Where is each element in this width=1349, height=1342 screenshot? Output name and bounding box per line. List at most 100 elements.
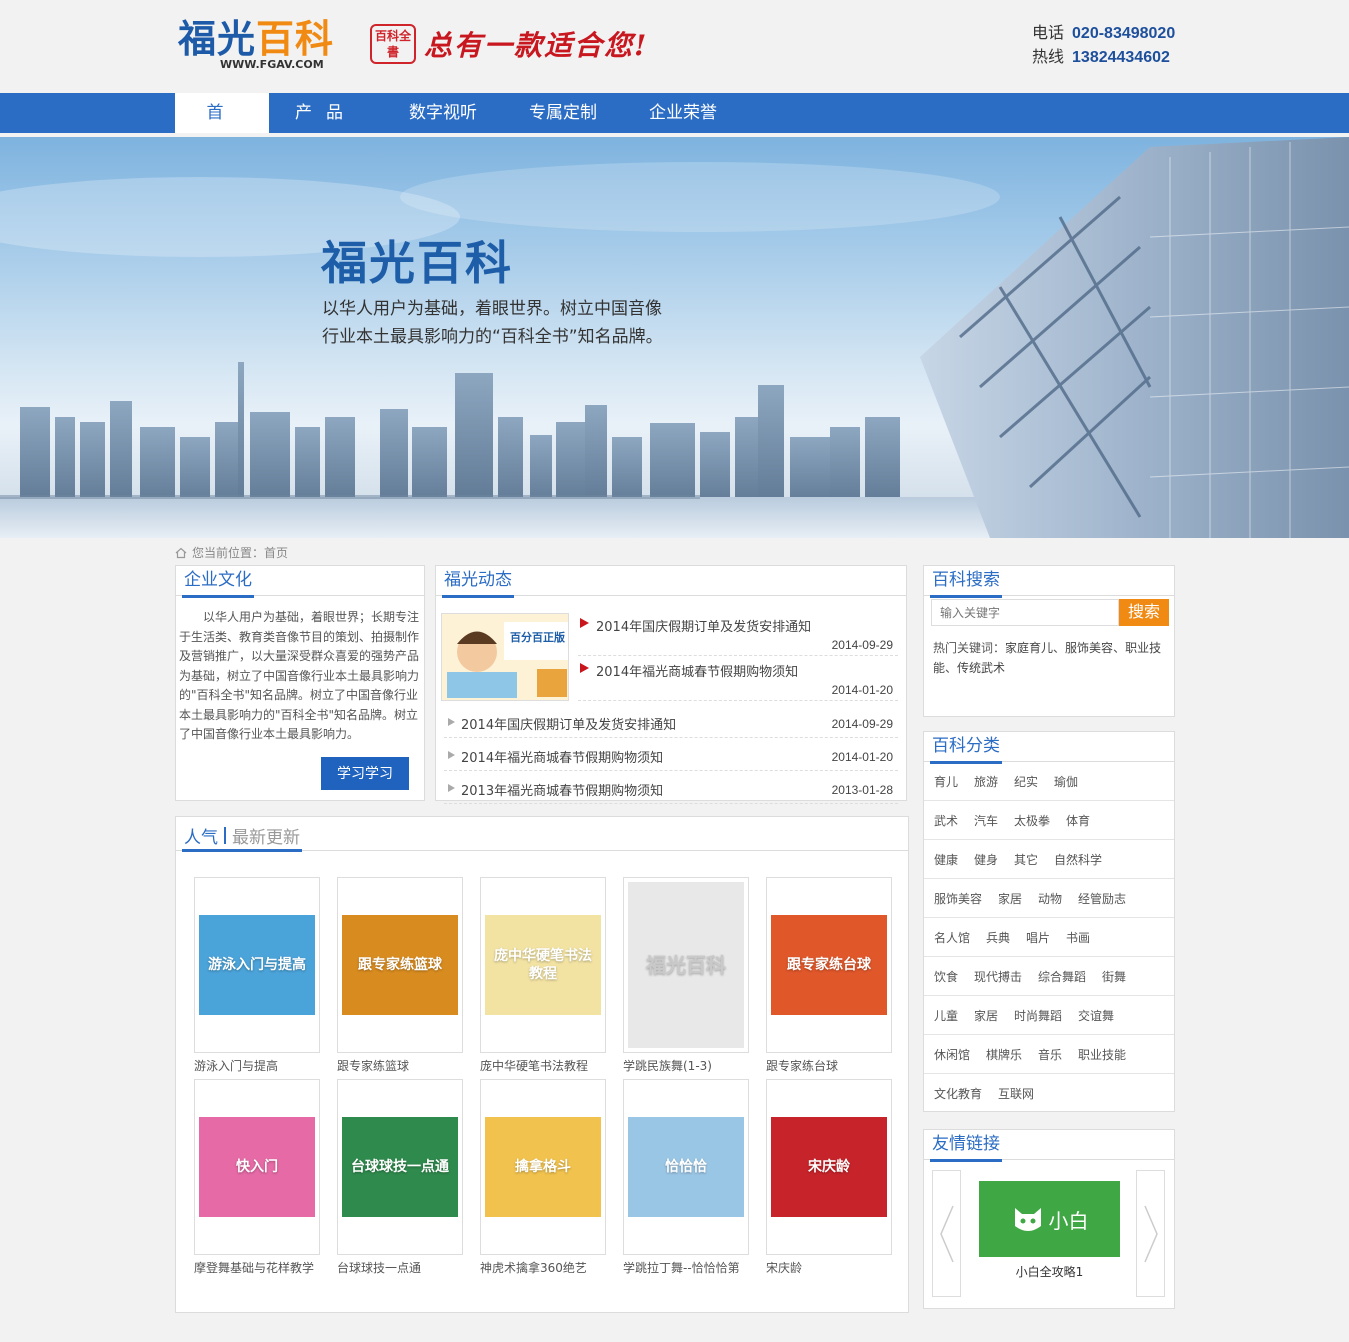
hot-keyword-link[interactable]: 家庭育儿 [1005, 641, 1053, 655]
news-title-text[interactable]: 2014年福光商城春节假期购物须知 [461, 747, 663, 766]
breadcrumb-current[interactable]: 首页 [264, 544, 288, 561]
hot-keyword-link[interactable]: 传统武术 [957, 661, 1005, 675]
friend-link-logo[interactable]: 小白 [979, 1181, 1120, 1257]
product-image-frame[interactable]: 宋庆龄 [766, 1079, 892, 1255]
product-name[interactable]: 台球球技一点通 [337, 1259, 463, 1276]
search-input[interactable] [931, 599, 1119, 626]
category-link[interactable]: 其它 [1014, 851, 1038, 868]
category-link[interactable]: 动物 [1038, 890, 1062, 907]
product-cover-image: 庞中华硬笔书法教程 [485, 915, 601, 1015]
site-logo[interactable]: 福光百科 WWW.FGAV.COM [178, 18, 340, 74]
product-card[interactable]: 快入门摩登舞基础与花样教学 [194, 1079, 320, 1276]
category-link[interactable]: 休闲馆 [934, 1046, 970, 1063]
news-featured-item[interactable]: 2014年国庆假期订单及发货安排通知 2014-09-29 [578, 612, 898, 656]
product-name[interactable]: 学跳拉丁舞--恰恰恰第 [623, 1259, 749, 1276]
category-link[interactable]: 音乐 [1038, 1046, 1062, 1063]
category-link[interactable]: 兵典 [986, 929, 1010, 946]
category-link[interactable]: 交谊舞 [1078, 1007, 1114, 1024]
category-link[interactable]: 街舞 [1102, 968, 1126, 985]
product-name[interactable]: 跟专家练篮球 [337, 1057, 463, 1074]
product-name[interactable]: 神虎术擒拿360绝艺 [480, 1259, 606, 1276]
category-link[interactable]: 旅游 [974, 773, 998, 790]
news-featured-item[interactable]: 2014年福光商城春节假期购物须知 2014-01-20 [578, 657, 898, 701]
product-image-frame[interactable]: 福光百科 [623, 877, 749, 1053]
product-card[interactable]: 恰恰恰学跳拉丁舞--恰恰恰第 [623, 1079, 749, 1276]
product-image-frame[interactable]: 跟专家练台球 [766, 877, 892, 1053]
product-card[interactable]: 庞中华硬笔书法教程 庞中华硬笔书法教程 [480, 877, 606, 1074]
hot-keyword-link[interactable]: 服饰美容 [1065, 641, 1113, 655]
product-cover-image: 福光百科 [628, 882, 744, 1048]
carousel-next-button[interactable] [1136, 1170, 1165, 1297]
product-image-frame[interactable]: 游泳入门与提高 [194, 877, 320, 1053]
nav-item-1[interactable]: 产品 [269, 93, 383, 133]
product-name[interactable]: 游泳入门与提高 [194, 1057, 320, 1074]
news-item[interactable]: 2013年福光商城春节假期购物须知 2013-01-28 [444, 771, 898, 804]
category-link[interactable]: 现代搏击 [974, 968, 1022, 985]
category-link[interactable]: 育儿 [934, 773, 958, 790]
category-link[interactable]: 书画 [1066, 929, 1090, 946]
category-link[interactable]: 唱片 [1026, 929, 1050, 946]
product-card[interactable]: 跟专家练台球 跟专家练台球 [766, 877, 892, 1074]
category-link[interactable]: 棋牌乐 [986, 1046, 1022, 1063]
news-thumbnail[interactable]: 百分百正版 [441, 613, 569, 701]
tab-latest[interactable]: 最新更新 [230, 823, 302, 848]
category-link[interactable]: 文化教育 [934, 1085, 982, 1102]
news-title-text[interactable]: 2014年国庆假期订单及发货安排通知 [596, 616, 811, 635]
category-link[interactable]: 综合舞蹈 [1038, 968, 1086, 985]
product-image-frame[interactable]: 跟专家练篮球 [337, 877, 463, 1053]
category-link[interactable]: 经管励志 [1078, 890, 1126, 907]
learn-more-button[interactable]: 学习学习 [321, 757, 409, 790]
nav-item-4[interactable]: 企业荣誉 [623, 93, 743, 133]
news-title-text[interactable]: 2013年福光商城春节假期购物须知 [461, 780, 663, 799]
news-item[interactable]: 2014年国庆假期订单及发货安排通知 2014-09-29 [444, 705, 898, 738]
product-image-frame[interactable]: 庞中华硬笔书法教程 [480, 877, 606, 1053]
category-link[interactable]: 服饰美容 [934, 890, 982, 907]
news-item[interactable]: 2014年福光商城春节假期购物须知 2014-01-20 [444, 738, 898, 771]
carousel-prev-button[interactable] [932, 1170, 961, 1297]
category-link[interactable]: 自然科学 [1054, 851, 1102, 868]
product-card[interactable]: 台球球技一点通 台球球技一点通 [337, 1079, 463, 1276]
category-link[interactable]: 健身 [974, 851, 998, 868]
product-cover-image: 恰恰恰 [628, 1117, 744, 1217]
product-card[interactable]: 福光百科学跳民族舞(1-3) [623, 877, 749, 1074]
product-name[interactable]: 跟专家练台球 [766, 1057, 892, 1074]
nav-item-3[interactable]: 专属定制 [503, 93, 623, 133]
product-name[interactable]: 摩登舞基础与花样教学 [194, 1259, 320, 1276]
product-card[interactable]: 擒拿格斗神虎术擒拿360绝艺 [480, 1079, 606, 1276]
home-icon [175, 547, 187, 558]
search-button[interactable]: 搜索 [1119, 599, 1169, 626]
category-link[interactable]: 职业技能 [1078, 1046, 1126, 1063]
category-link[interactable]: 体育 [1066, 812, 1090, 829]
category-link[interactable]: 纪实 [1014, 773, 1038, 790]
news-title-text[interactable]: 2014年国庆假期订单及发货安排通知 [461, 714, 676, 733]
product-image-frame[interactable]: 擒拿格斗 [480, 1079, 606, 1255]
news-title-text[interactable]: 2014年福光商城春节假期购物须知 [596, 661, 798, 680]
product-name[interactable]: 宋庆龄 [766, 1259, 892, 1276]
product-image-frame[interactable]: 恰恰恰 [623, 1079, 749, 1255]
product-card[interactable]: 跟专家练篮球 跟专家练篮球 [337, 877, 463, 1074]
product-image-frame[interactable]: 台球球技一点通 [337, 1079, 463, 1255]
news-title: 福光动态 [442, 568, 514, 598]
category-link[interactable]: 健康 [934, 851, 958, 868]
tab-popular[interactable]: 人气 [182, 823, 220, 848]
category-link[interactable]: 儿童 [934, 1007, 958, 1024]
category-link[interactable]: 太极拳 [1014, 812, 1050, 829]
product-name[interactable]: 学跳民族舞(1-3) [623, 1057, 749, 1074]
category-link[interactable]: 汽车 [974, 812, 998, 829]
category-link[interactable]: 家居 [974, 1007, 998, 1024]
category-link[interactable]: 武术 [934, 812, 958, 829]
category-link[interactable]: 互联网 [998, 1085, 1034, 1102]
friend-link-name[interactable]: 小白全攻略1 [979, 1263, 1120, 1280]
category-link[interactable]: 瑜伽 [1054, 773, 1078, 790]
product-image-frame[interactable]: 快入门 [194, 1079, 320, 1255]
product-name[interactable]: 庞中华硬笔书法教程 [480, 1057, 606, 1074]
category-link[interactable]: 时尚舞蹈 [1014, 1007, 1062, 1024]
nav-item-0[interactable]: 首页 [175, 93, 269, 163]
category-link[interactable]: 饮食 [934, 968, 958, 985]
category-row: 休闲馆 棋牌乐 音乐 职业技能 [924, 1035, 1174, 1074]
nav-item-2[interactable]: 数字视听 [383, 93, 503, 133]
category-link[interactable]: 家居 [998, 890, 1022, 907]
product-card[interactable]: 宋庆龄 宋庆龄 [766, 1079, 892, 1276]
category-link[interactable]: 名人馆 [934, 929, 970, 946]
product-card[interactable]: 游泳入门与提高 游泳入门与提高 [194, 877, 320, 1074]
